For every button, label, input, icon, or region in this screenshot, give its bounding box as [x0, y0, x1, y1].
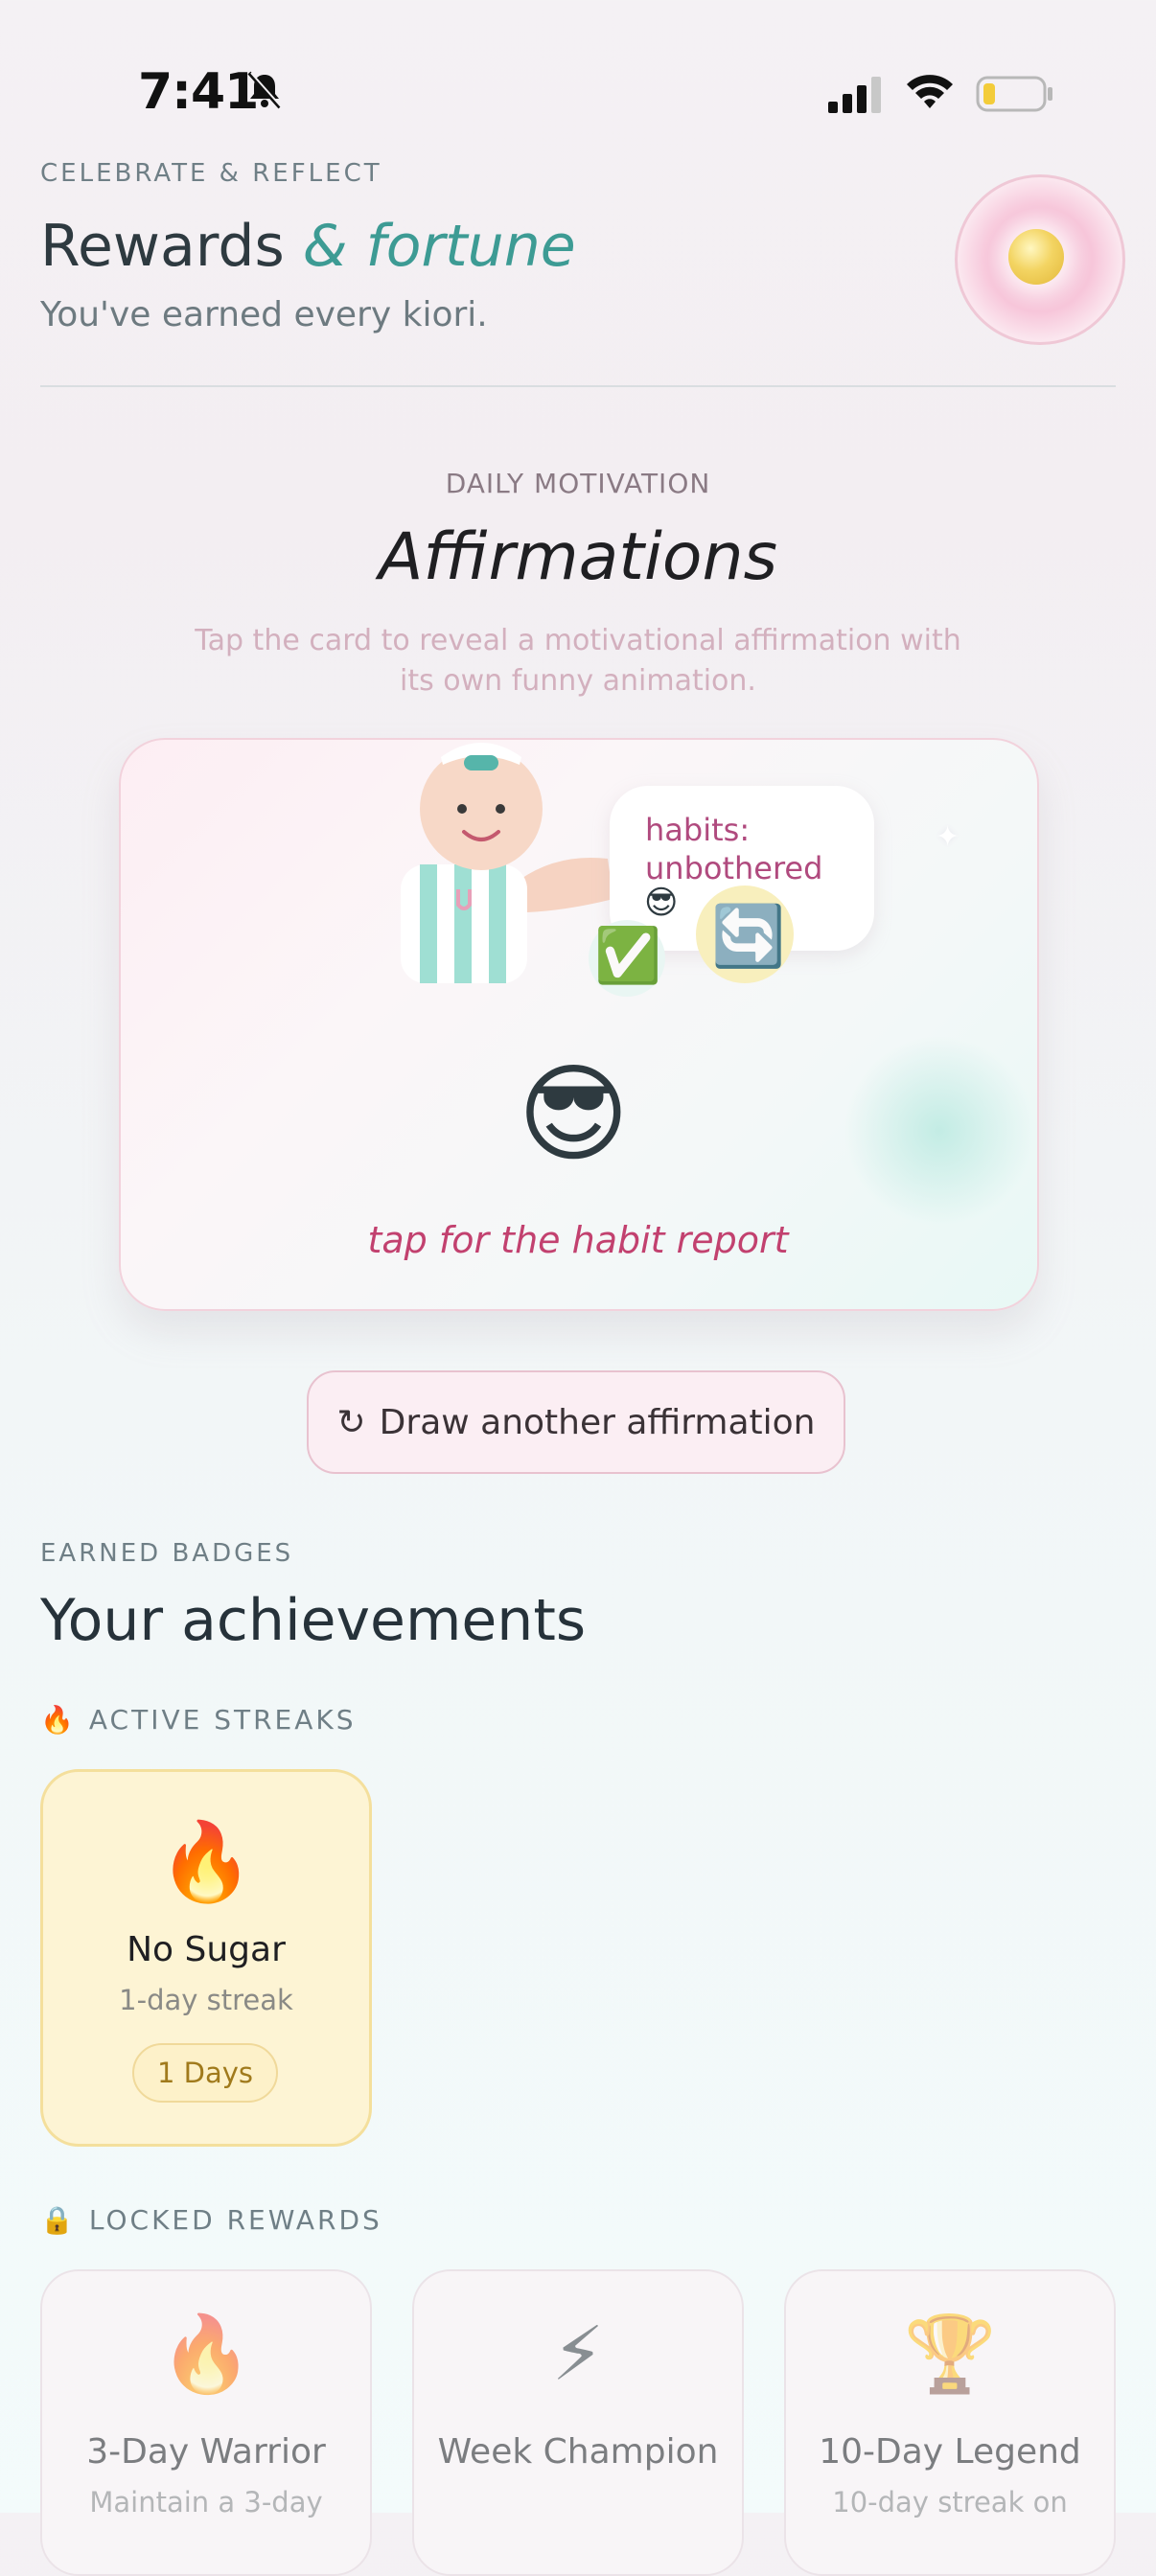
sparkle-icon: ✦: [936, 820, 960, 854]
locked-reward-name: 3-Day Warrior: [86, 2432, 326, 2472]
sunglasses-face-icon: 😎: [518, 1052, 630, 1177]
speech-bubble-text: habits: unbothered: [645, 812, 823, 886]
active-streaks-header: 🔥 ACTIVE STREAKS: [40, 1704, 357, 1736]
streak-days-badge: 1 Days: [132, 2043, 278, 2103]
header-eyebrow: CELEBRATE & REFLECT: [40, 159, 382, 188]
affirmations-description: Tap the card to reveal a motivational af…: [0, 621, 1156, 702]
draw-affirmation-label: Draw another affirmation: [379, 1402, 816, 1442]
streak-subtitle: 1-day streak: [119, 1984, 293, 2016]
sunglasses-small-icon: 😎: [644, 884, 679, 922]
bell-muted-icon: [247, 71, 283, 109]
lightning-icon: ⚡: [551, 2312, 605, 2398]
refresh-arrows-icon: 🔄: [711, 901, 786, 971]
cellular-signal-icon: [828, 77, 881, 113]
wifi-icon: [907, 75, 953, 108]
achievements-title: Your achievements: [40, 1587, 587, 1654]
active-streaks-label: ACTIVE STREAKS: [88, 1704, 357, 1736]
card-glow: [844, 1035, 1035, 1227]
locked-reward-name: Week Champion: [437, 2432, 719, 2472]
locked-rewards-label: LOCKED REWARDS: [88, 2204, 382, 2236]
locked-reward-subtitle: 10-day streak on: [832, 2486, 1068, 2518]
page-title-main: Rewards: [40, 213, 285, 280]
affirmations-eyebrow: DAILY MOTIVATION: [445, 468, 711, 499]
check-mark-icon: ✅: [594, 925, 661, 987]
trophy-icon: 🏆: [903, 2312, 997, 2398]
header-divider: [40, 385, 1116, 387]
affirmations-description-line1: Tap the card to reveal a motivational af…: [195, 624, 961, 657]
lock-icon: 🔒: [40, 2204, 74, 2236]
locked-rewards-header: 🔒 LOCKED REWARDS: [40, 2204, 382, 2236]
fire-icon: 🔥: [158, 1817, 254, 1906]
draw-affirmation-button[interactable]: ↻ Draw another affirmation: [307, 1370, 845, 1474]
fire-icon: 🔥: [159, 2312, 253, 2398]
affirmations-description-line2: its own funny animation.: [400, 664, 756, 698]
fire-icon: 🔥: [40, 1704, 74, 1736]
status-time: 7:41: [138, 63, 259, 121]
streak-name: No Sugar: [127, 1930, 286, 1969]
locked-reward-name: 10-Day Legend: [819, 2432, 1081, 2472]
page-title: Rewards & fortune: [40, 213, 576, 280]
tap-for-report-label[interactable]: tap for the habit report: [0, 1219, 1156, 1261]
battery-low-icon: [976, 76, 1052, 112]
locked-reward-subtitle: Maintain a 3-day: [89, 2486, 323, 2518]
orb-light-icon: [1008, 229, 1064, 285]
page-subtitle: You've earned every kiori.: [40, 295, 488, 334]
page-title-accent: & fortune: [302, 213, 576, 280]
achievements-eyebrow: EARNED BADGES: [40, 1539, 294, 1568]
affirmations-title: Affirmations: [378, 519, 778, 595]
refresh-icon: ↻: [336, 1402, 366, 1442]
